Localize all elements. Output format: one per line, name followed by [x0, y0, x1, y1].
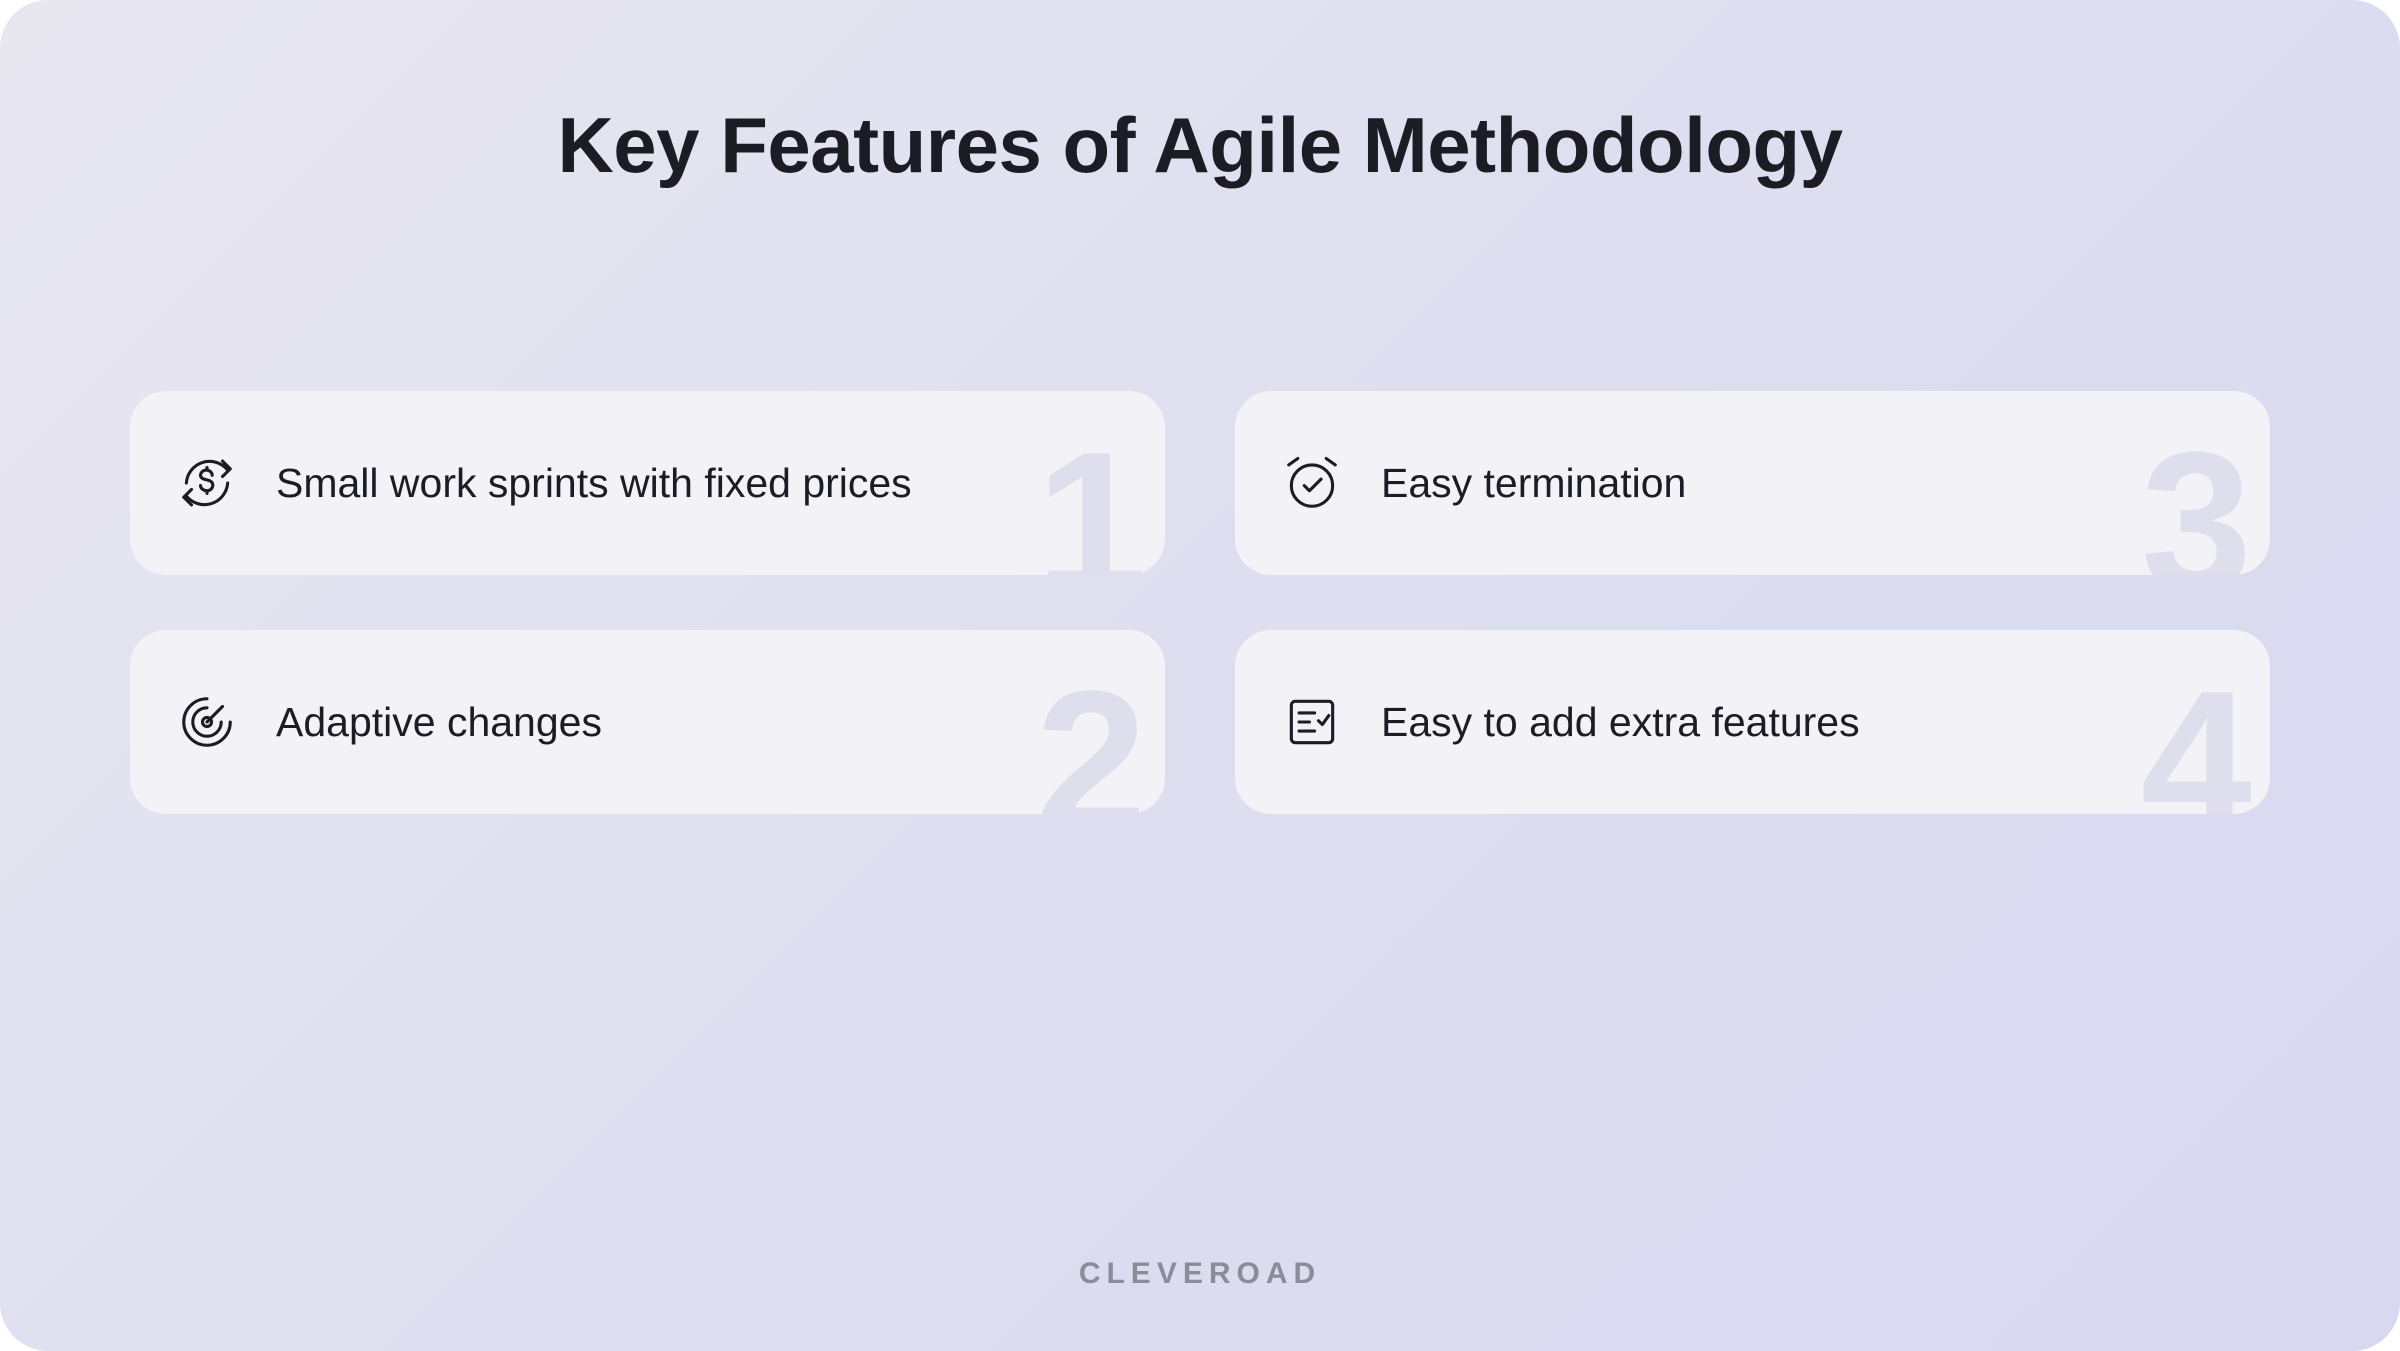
feature-card-4: Easy to add extra features 4 — [1235, 630, 2270, 814]
feature-label: Small work sprints with fixed prices — [276, 460, 912, 507]
dollar-refresh-icon — [176, 452, 238, 514]
target-icon — [176, 691, 238, 753]
feature-card-1: Small work sprints with fixed prices 1 — [130, 391, 1165, 575]
feature-card-3: Easy termination 3 — [1235, 391, 2270, 575]
feature-grid: Small work sprints with fixed prices 1 E… — [130, 391, 2270, 814]
brand-footer: CLEVEROAD — [0, 1257, 2400, 1291]
feature-label: Adaptive changes — [276, 699, 602, 746]
feature-number: 4 — [2141, 662, 2252, 814]
feature-number: 3 — [2141, 423, 2252, 575]
checklist-icon — [1281, 691, 1343, 753]
feature-card-2: Adaptive changes 2 — [130, 630, 1165, 814]
page-title: Key Features of Agile Methodology — [130, 100, 2270, 191]
infographic-canvas: Key Features of Agile Methodology Small … — [0, 0, 2400, 1351]
feature-number: 1 — [1036, 423, 1147, 575]
feature-label: Easy to add extra features — [1381, 699, 1860, 746]
feature-label: Easy termination — [1381, 460, 1686, 507]
alarm-check-icon — [1281, 452, 1343, 514]
feature-number: 2 — [1036, 662, 1147, 814]
